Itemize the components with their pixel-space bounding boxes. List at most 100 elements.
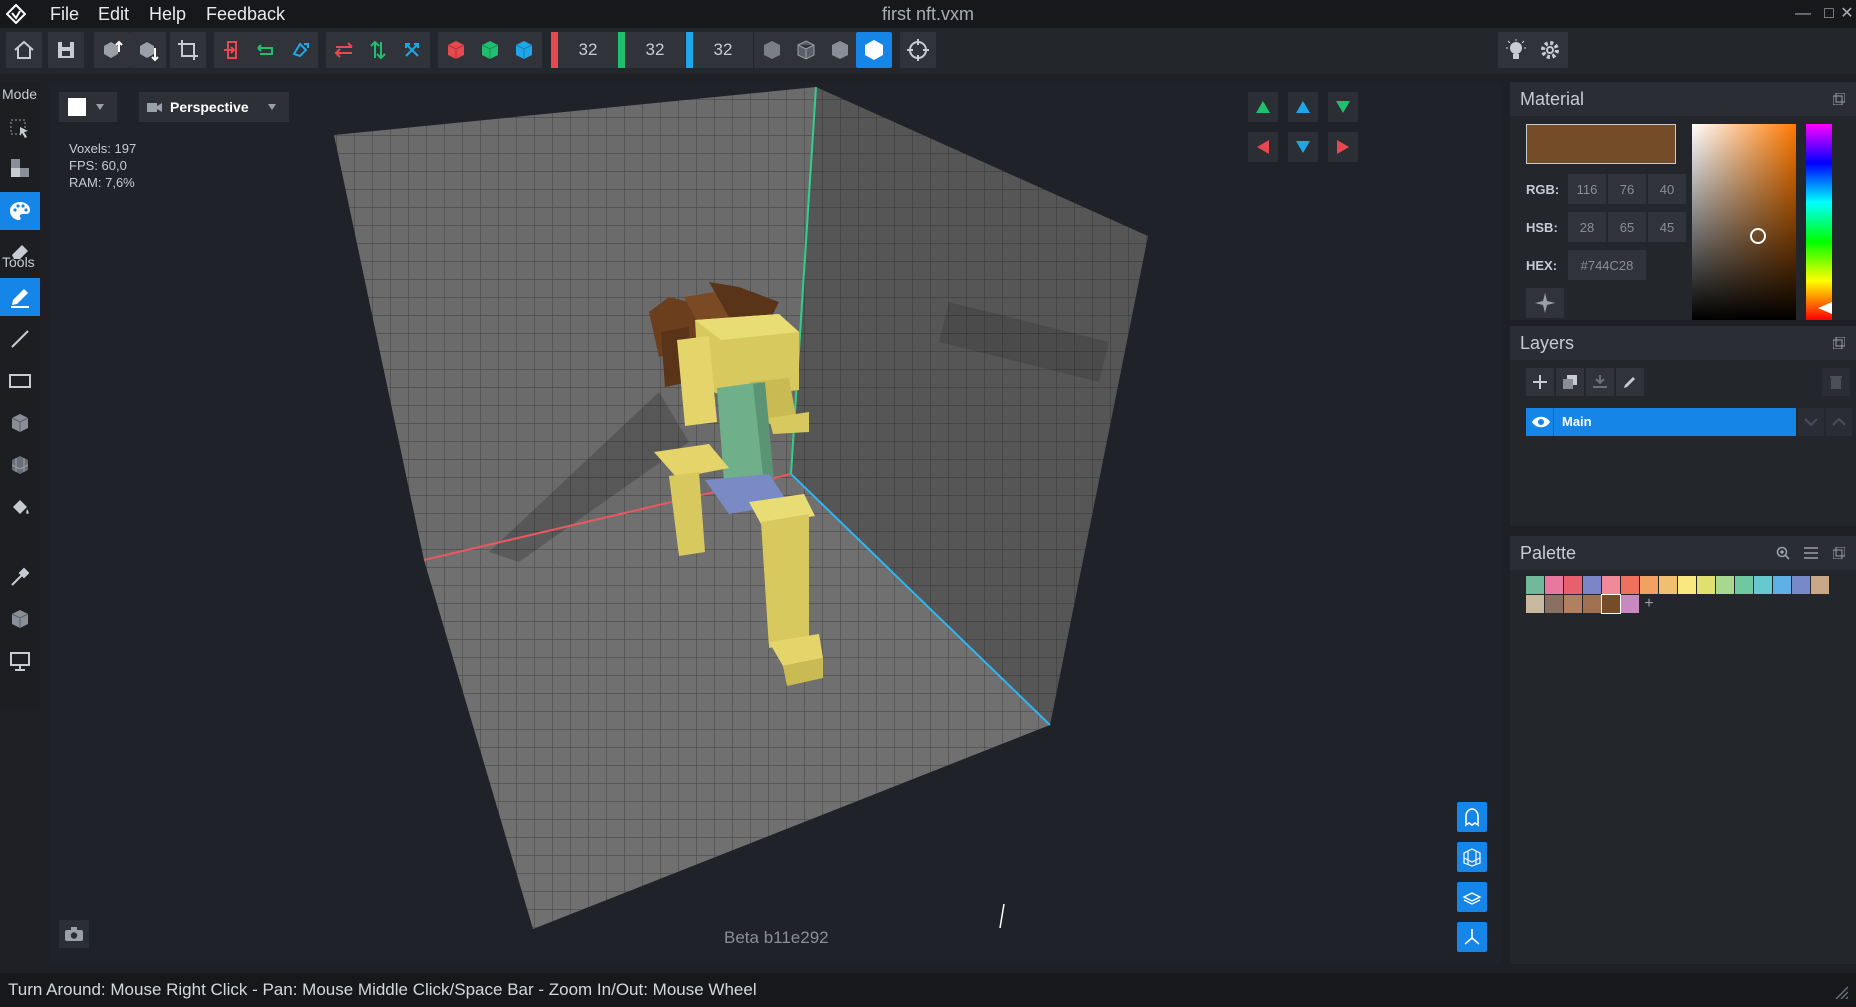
bucket-tool-button[interactable] [0,488,40,526]
rgb-b-field[interactable]: 40 [1648,174,1686,204]
move-left-red-button[interactable] [1248,132,1278,162]
palette-swatch[interactable] [1621,595,1639,613]
saturation-brightness-picker[interactable] [1692,124,1796,320]
rgb-g-field[interactable]: 76 [1608,174,1646,204]
flip-z-button[interactable] [394,32,430,68]
size-x-field[interactable]: 32 [558,32,618,68]
palette-swatch[interactable] [1564,576,1582,594]
save-button[interactable] [48,32,84,68]
move-down-green-button[interactable] [1328,92,1358,122]
palette-swatch[interactable] [1545,576,1563,594]
render-shaded-button[interactable] [822,32,858,68]
resize-grip-icon[interactable] [1834,985,1848,999]
merge-layer-button[interactable] [1586,368,1614,396]
palette-swatch[interactable] [1526,576,1544,594]
menu-icon[interactable] [1800,542,1822,564]
fill-region-tool-button[interactable] [0,446,40,484]
sparkle-button[interactable] [1526,288,1564,318]
palette-swatch[interactable] [1773,576,1791,594]
hsb-h-field[interactable]: 28 [1568,212,1606,242]
pencil-tool-button[interactable] [0,278,40,316]
popout-icon[interactable] [1828,332,1850,354]
export-button[interactable] [130,32,166,68]
box-tool-button[interactable] [0,404,40,442]
hue-slider[interactable] [1806,124,1832,320]
move-up-green-button[interactable] [1248,92,1278,122]
import-button[interactable] [94,32,130,68]
close-button[interactable]: ✕ [1838,2,1856,26]
move-button[interactable] [214,32,250,68]
hsb-s-field[interactable]: 65 [1608,212,1646,242]
line-tool-button[interactable] [0,320,40,358]
render-wire-button[interactable] [788,32,824,68]
delete-layer-button[interactable] [1822,368,1850,396]
present-tool-button[interactable] [0,642,40,680]
ghost-view-button[interactable] [1457,802,1487,832]
add-color-icon[interactable]: + [1640,595,1658,613]
layer-row-main[interactable]: Main [1526,408,1796,436]
paint-mode-button[interactable] [0,192,40,230]
move-right-red-button[interactable] [1328,132,1358,162]
light-button[interactable] [1498,32,1534,68]
palette-swatch[interactable] [1735,576,1753,594]
size-y-field[interactable]: 32 [625,32,685,68]
size-z-field[interactable]: 32 [693,32,753,68]
hue-handle-icon[interactable] [1818,302,1832,314]
palette-swatch[interactable] [1545,595,1563,613]
palette-swatch[interactable] [1564,595,1582,613]
layer-move-down-button[interactable] [1798,408,1824,436]
material-color-swatch[interactable] [1526,124,1676,164]
palette-swatch[interactable] [1659,576,1677,594]
palette-swatch[interactable] [1640,576,1658,594]
target-button[interactable] [900,32,936,68]
cube-green-button[interactable] [472,32,508,68]
rectangle-tool-button[interactable] [0,362,40,400]
screenshot-button[interactable] [59,920,89,948]
render-solid-button[interactable] [754,32,790,68]
palette-swatch[interactable] [1678,576,1696,594]
move-up-blue-button[interactable] [1288,92,1318,122]
flip-y-button[interactable] [360,32,396,68]
voxel-mode-button[interactable] [0,150,40,188]
render-flat-button[interactable] [856,32,892,68]
axes-view-button[interactable] [1457,922,1487,952]
crop-button[interactable] [170,32,206,68]
palette-swatch[interactable] [1583,595,1601,613]
3d-viewport[interactable]: Perspective Voxels: 197 FPS: 60,0 RAM: 7… [49,82,1501,964]
settings-button[interactable] [1532,32,1568,68]
hex-field[interactable]: #744C28 [1568,250,1646,280]
popout-icon[interactable] [1828,542,1850,564]
eye-icon[interactable] [1532,415,1550,429]
layers-view-button[interactable] [1457,882,1487,912]
camera-mode-select[interactable]: Perspective [139,92,289,122]
flip-x-button[interactable] [326,32,362,68]
palette-swatch[interactable] [1754,576,1772,594]
duplicate-layer-button[interactable] [1556,368,1584,396]
palette-swatch[interactable] [1601,594,1621,614]
palette-swatch[interactable] [1602,576,1620,594]
home-button[interactable] [6,32,42,68]
cube-red-button[interactable] [438,32,474,68]
scene-canvas[interactable] [49,82,1501,964]
palette-swatch[interactable] [1716,576,1734,594]
palette-swatch[interactable] [1621,576,1639,594]
layer-move-up-button[interactable] [1826,408,1852,436]
add-layer-button[interactable] [1526,368,1554,396]
cube-blue-button[interactable] [506,32,542,68]
palette-swatch[interactable] [1811,576,1829,594]
active-color-selector[interactable] [59,92,117,122]
rename-layer-button[interactable] [1616,368,1644,396]
picker-tool-button[interactable] [0,558,40,596]
popout-icon[interactable] [1828,88,1850,110]
palette-swatch[interactable] [1792,576,1810,594]
move-down-blue-button[interactable] [1288,132,1318,162]
rgb-r-field[interactable]: 116 [1568,174,1606,204]
rotate-button[interactable] [282,32,318,68]
picker-cursor[interactable] [1750,228,1766,244]
grid-view-button[interactable] [1457,842,1487,872]
loop-button[interactable] [248,32,284,68]
select-mode-button[interactable] [0,110,40,148]
zoom-icon[interactable] [1772,542,1794,564]
palette-swatch[interactable] [1583,576,1601,594]
hsb-b-field[interactable]: 45 [1648,212,1686,242]
